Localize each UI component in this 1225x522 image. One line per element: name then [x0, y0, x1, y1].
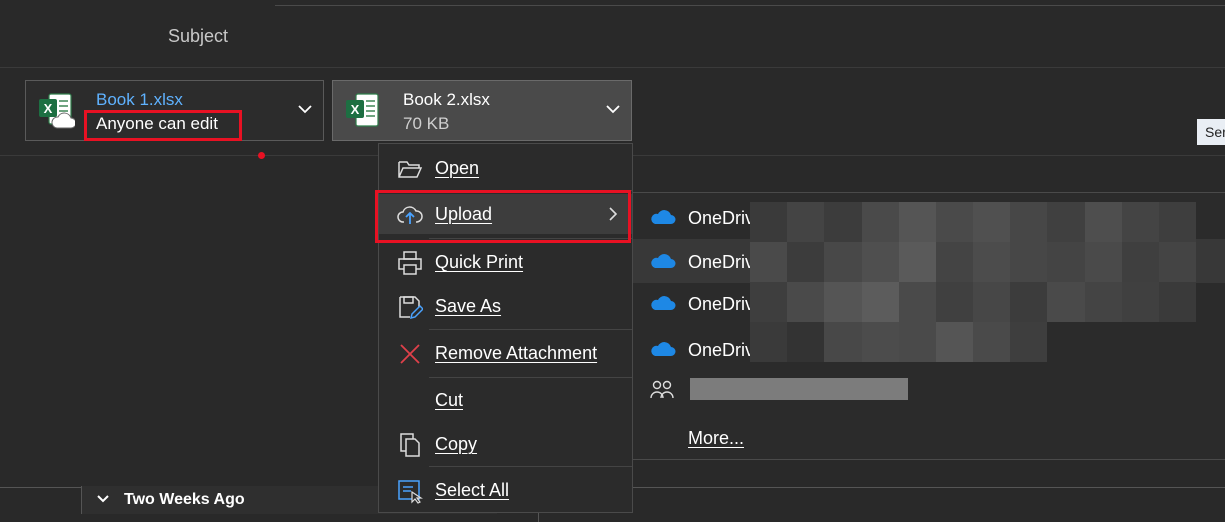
divider: [0, 67, 1225, 68]
redacted-mosaic: [750, 202, 1196, 362]
menu-separator: [429, 466, 632, 467]
group-icon: [650, 380, 674, 399]
attachment-name: Book 1.xlsx: [96, 90, 183, 109]
menu-item-select-all[interactable]: Select All: [379, 470, 632, 510]
menu-separator: [429, 377, 632, 378]
chevron-down-icon[interactable]: [605, 103, 621, 115]
menu-item-quick-print[interactable]: Quick Print: [379, 242, 632, 282]
attachment-name: Book 2.xlsx: [403, 90, 490, 109]
menu-item-open[interactable]: Open: [379, 148, 632, 188]
highlight-box: [375, 190, 631, 243]
select-all-icon: [398, 480, 423, 504]
menu-item-label: Open: [435, 158, 480, 178]
highlight-box: [84, 110, 242, 141]
menu-separator: [429, 329, 632, 330]
close-icon: [400, 344, 420, 364]
redacted-text: [690, 378, 908, 400]
folder-open-icon: [398, 161, 423, 178]
copy-icon: [400, 433, 420, 457]
upload-target-label: OneDriv: [688, 340, 755, 360]
excel-icon: X: [346, 93, 379, 127]
menu-item-save-as[interactable]: Save As: [379, 286, 632, 326]
upload-target-label: OneDriv: [688, 252, 755, 272]
menu-item-label: Save As: [435, 296, 502, 316]
subject-label: Subject: [168, 26, 229, 46]
excel-cloud-icon: X: [39, 93, 75, 129]
menu-item-label: Quick Print: [435, 252, 524, 272]
annotation-dot: [258, 152, 265, 159]
svg-text:X: X: [44, 101, 53, 116]
svg-text:X: X: [351, 102, 360, 117]
upload-target-label: OneDriv: [688, 208, 755, 228]
onedrive-icon: [651, 210, 676, 224]
upload-target-label: OneDriv: [688, 294, 755, 314]
menu-item-label: Remove Attachment: [435, 343, 598, 363]
menu-item-cut[interactable]: Cut: [379, 380, 632, 420]
onedrive-icon: [651, 254, 676, 268]
onedrive-icon: [651, 296, 676, 310]
more-upload-locations[interactable]: More...: [688, 428, 744, 449]
attachment-book2[interactable]: X Book 2.xlsx 70 KB: [332, 80, 632, 141]
attachment-size: 70 KB: [403, 114, 450, 133]
menu-item-label: Copy: [435, 434, 478, 454]
onedrive-icon: [651, 342, 676, 356]
send-tooltip: Ser: [1197, 119, 1225, 145]
chevron-down-icon[interactable]: [297, 103, 313, 115]
top-divider: [275, 5, 1225, 6]
chevron-down-icon: [97, 495, 109, 503]
divider: [633, 487, 1225, 488]
group-label: Two Weeks Ago: [124, 491, 245, 508]
save-as-icon: [399, 296, 423, 320]
menu-item-label: Cut: [435, 390, 464, 410]
menu-item-copy[interactable]: Copy: [379, 424, 632, 464]
menu-item-label: Select All: [435, 480, 510, 500]
printer-icon: [398, 251, 422, 275]
menu-item-remove-attachment[interactable]: Remove Attachment: [379, 333, 632, 373]
